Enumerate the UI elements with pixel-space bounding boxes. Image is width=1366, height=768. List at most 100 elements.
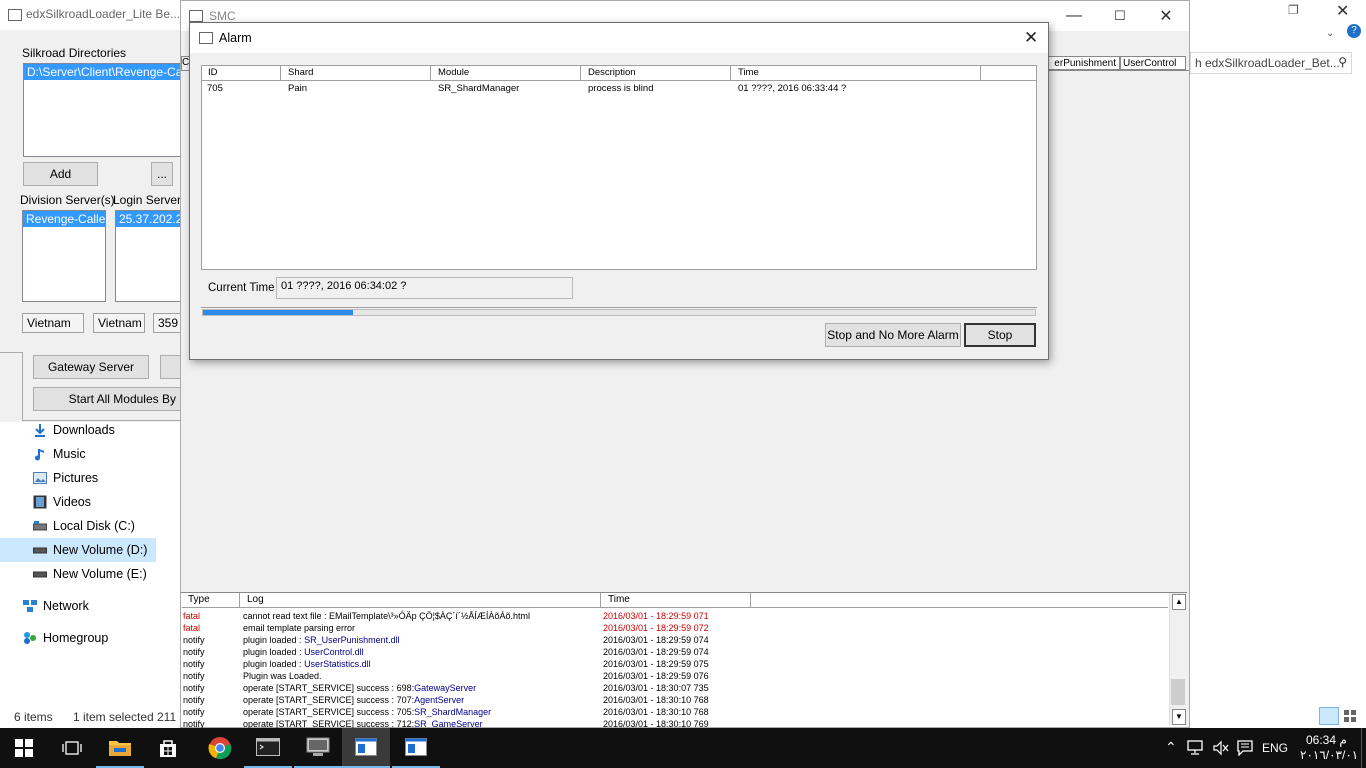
- explorer-restore-icon[interactable]: ❐: [1288, 3, 1299, 17]
- add-button[interactable]: Add: [23, 162, 98, 186]
- drive-icon: [32, 518, 48, 534]
- pictures-icon: [32, 470, 48, 486]
- scroll-up-icon[interactable]: ▲: [1172, 594, 1186, 610]
- log-time: 2016/03/01 - 18:29:59 074: [603, 635, 709, 645]
- log-message-target: GatewayServer: [414, 683, 477, 693]
- taskbar-chrome-button[interactable]: [196, 728, 244, 768]
- large-icons-view-icon[interactable]: [1342, 708, 1358, 724]
- explorer-help-icon[interactable]: ?: [1347, 24, 1361, 38]
- nav-item-music[interactable]: Music: [0, 442, 156, 466]
- log-message-target: UserControl.dll: [304, 647, 364, 657]
- start-button[interactable]: [0, 728, 48, 768]
- nav-item-new-volume-e[interactable]: New Volume (E:): [0, 562, 156, 586]
- nav-item-pictures[interactable]: Pictures: [0, 466, 156, 490]
- log-row[interactable]: notify operate [START_SERVICE] success : …: [182, 706, 1168, 718]
- region-field-2[interactable]: Vietnam: [93, 313, 145, 333]
- region-field-3[interactable]: 359: [153, 313, 182, 333]
- taskbar-app-button[interactable]: [294, 728, 342, 768]
- log-header-time[interactable]: Time: [602, 593, 751, 607]
- language-indicator[interactable]: ENG: [1262, 741, 1288, 755]
- division-listbox[interactable]: Revenge-Callenc: [22, 210, 106, 302]
- details-view-icon[interactable]: [1319, 707, 1339, 725]
- log-scrollbar[interactable]: ▲ ▼: [1169, 593, 1187, 725]
- nav-label: Homegroup: [43, 631, 109, 645]
- log-row[interactable]: fatal email template parsing error 2016/03…: [182, 622, 1168, 634]
- log-type: fatal: [183, 611, 201, 621]
- explorer-close-icon[interactable]: ✕: [1336, 1, 1349, 21]
- tab-user-control[interactable]: UserControl: [1120, 56, 1186, 70]
- start-all-modules-button[interactable]: Start All Modules By: [33, 387, 182, 411]
- smc-close-icon[interactable]: ✕: [1143, 1, 1189, 31]
- status-items: 6 items: [14, 710, 53, 724]
- alarm-header-description[interactable]: Description: [582, 66, 731, 80]
- nav-item-videos[interactable]: Videos: [0, 490, 156, 514]
- nav-item-new-volume-d[interactable]: New Volume (D:): [0, 538, 156, 562]
- log-row[interactable]: notify operate [START_SERVICE] success : …: [182, 694, 1168, 706]
- music-icon: [32, 446, 48, 462]
- show-desktop-button[interactable]: [1361, 728, 1366, 768]
- nav-item-network[interactable]: Network: [0, 594, 156, 618]
- log-message: operate [START_SERVICE] success : 705:SR…: [243, 706, 491, 718]
- dir-item[interactable]: D:\Server\Client\Revenge-Callen: [24, 64, 182, 80]
- log-message-target: SR_UserPunishment.dll: [304, 635, 400, 645]
- taskbar-cmd-button[interactable]: [244, 728, 292, 768]
- division-item[interactable]: Revenge-Callenc: [23, 211, 105, 227]
- smc-minimize-icon[interactable]: —: [1051, 1, 1097, 31]
- volume-muted-icon[interactable]: [1212, 740, 1230, 759]
- alarm-header-time[interactable]: Time: [732, 66, 981, 80]
- network-tray-icon[interactable]: [1187, 740, 1205, 759]
- clock-date[interactable]: ٢٠١٦/٠٣/٠١: [1300, 748, 1358, 762]
- task-view-button[interactable]: [48, 728, 96, 768]
- explorer-expand-ribbon-icon[interactable]: ⌄: [1326, 28, 1334, 39]
- alarm-close-icon[interactable]: ✕: [1024, 28, 1038, 48]
- stop-no-more-alarm-button[interactable]: Stop and No More Alarm: [825, 323, 961, 347]
- log-header-log[interactable]: Log: [241, 593, 601, 607]
- current-time-label: Current Time: [208, 282, 275, 294]
- region-field-1[interactable]: Vietnam: [22, 313, 84, 333]
- alarm-header-shard[interactable]: Shard: [282, 66, 431, 80]
- log-message-text: plugin loaded :: [243, 659, 305, 669]
- log-row[interactable]: notify plugin loaded : UserStatistics.dll…: [182, 658, 1168, 670]
- log-message: operate [START_SERVICE] success : 698:Ga…: [243, 682, 476, 694]
- network-icon: [22, 598, 38, 614]
- browse-button[interactable]: ...: [151, 162, 173, 186]
- log-time: 2016/03/01 - 18:29:59 071: [603, 611, 709, 621]
- log-row[interactable]: fatal cannot read text file : EMailTempla…: [182, 610, 1168, 622]
- tab-user-punishment[interactable]: erPunishment: [1047, 56, 1120, 70]
- action-center-icon[interactable]: [1237, 740, 1253, 759]
- log-row[interactable]: notify Plugin was Loaded. 2016/03/01 - 18:…: [182, 670, 1168, 682]
- scroll-down-icon[interactable]: ▼: [1172, 709, 1186, 725]
- dirs-listbox[interactable]: D:\Server\Client\Revenge-Callen: [23, 63, 183, 157]
- show-hidden-icons-icon[interactable]: ⌃: [1165, 739, 1177, 756]
- alarm-progress-bar: [202, 309, 1036, 316]
- drive-icon: [32, 566, 48, 582]
- taskbar-store-button[interactable]: [144, 728, 192, 768]
- explorer-search-box[interactable]: h edxSilkroadLoader_Bet... ⚲: [1190, 52, 1352, 74]
- log-header-divider: [182, 607, 1168, 608]
- alarm-header-module[interactable]: Module: [432, 66, 581, 80]
- tab-user-punishment-label: erPunishment: [1054, 58, 1116, 69]
- nav-item-local-disk-c[interactable]: Local Disk (C:): [0, 514, 156, 538]
- second-server-button[interactable]: [160, 355, 182, 379]
- taskbar-smc-button[interactable]: [342, 728, 390, 768]
- log-row[interactable]: notify plugin loaded : SR_UserPunishment.…: [182, 634, 1168, 646]
- log-message: operate [START_SERVICE] success : 707:Ag…: [243, 694, 464, 706]
- login-item[interactable]: 25.37.202.2: [116, 211, 181, 227]
- chrome-icon: [208, 737, 232, 760]
- log-row[interactable]: notify operate [START_SERVICE] success : …: [182, 682, 1168, 694]
- scroll-thumb[interactable]: [1171, 679, 1185, 705]
- taskbar-loader-button[interactable]: [392, 728, 440, 768]
- stop-button[interactable]: Stop: [964, 323, 1036, 347]
- status-size: 211: [157, 710, 177, 724]
- alarm-title: Alarm: [219, 31, 252, 45]
- gateway-server-button[interactable]: Gateway Server: [33, 355, 149, 379]
- alarm-header-id[interactable]: ID: [202, 66, 281, 80]
- taskbar-explorer-button[interactable]: [96, 728, 144, 768]
- smc-maximize-icon[interactable]: ☐: [1097, 1, 1143, 31]
- login-listbox[interactable]: 25.37.202.2: [115, 210, 182, 302]
- clock-time[interactable]: 06:34 م: [1306, 733, 1347, 747]
- download-icon: [32, 422, 48, 438]
- nav-item-homegroup[interactable]: Homegroup: [0, 626, 156, 650]
- log-header-type[interactable]: Type: [182, 593, 240, 607]
- log-row[interactable]: notify plugin loaded : UserControl.dll 201…: [182, 646, 1168, 658]
